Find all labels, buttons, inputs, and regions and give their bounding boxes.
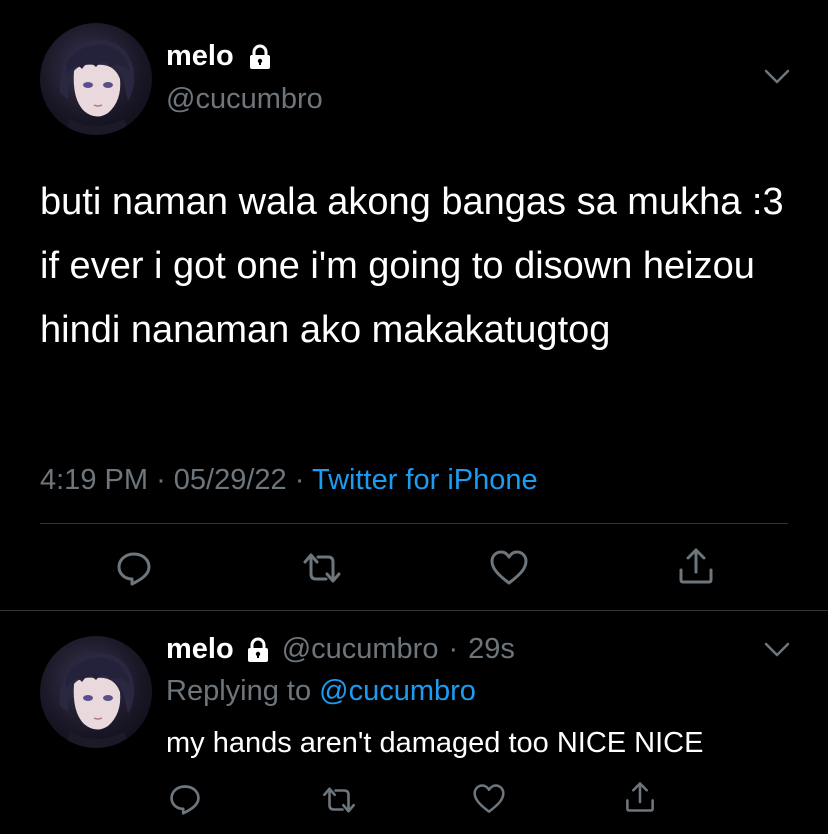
replying-to: Replying to @cucumbro (166, 675, 476, 708)
avatar[interactable] (40, 23, 152, 135)
replying-prefix: Replying to (166, 675, 312, 707)
like-icon[interactable] (489, 549, 529, 587)
tweet-text: my hands aren't damaged too NICE NICE (166, 727, 704, 759)
author-handle[interactable]: @cucumbro (166, 82, 323, 117)
meta-separator: · (156, 464, 166, 496)
lock-icon (246, 43, 274, 71)
lock-icon (244, 636, 272, 664)
retweet-icon[interactable] (320, 784, 358, 816)
chevron-down-icon[interactable] (764, 641, 790, 664)
tweet-age[interactable]: 29s (468, 633, 515, 666)
tweet-source[interactable]: Twitter for iPhone (312, 464, 538, 496)
retweet-icon[interactable] (300, 550, 344, 586)
author-row: melo (166, 42, 274, 71)
tweet-meta: 4:19 PM · 05/29/22 · Twitter for iPhone (40, 462, 538, 498)
tweet-date[interactable]: 05/29/22 (174, 464, 287, 496)
author-row: melo @cucumbro · 29s (166, 633, 515, 666)
reply-icon[interactable] (115, 549, 153, 587)
share-icon[interactable] (677, 546, 715, 586)
author-name[interactable]: melo (166, 42, 234, 71)
divider (40, 523, 788, 524)
meta-separator: · (294, 464, 305, 496)
avatar-image (59, 39, 135, 135)
chevron-down-icon[interactable] (764, 68, 790, 91)
avatar-image (59, 652, 135, 748)
author-handle[interactable]: @cucumbro (282, 633, 439, 666)
tweet-time[interactable]: 4:19 PM (40, 464, 148, 496)
replying-mention[interactable]: @cucumbro (319, 675, 476, 707)
share-icon[interactable] (624, 780, 656, 814)
author-name[interactable]: melo (166, 635, 234, 664)
divider (0, 610, 828, 611)
meta-separator: · (448, 633, 459, 665)
reply-icon[interactable] (168, 782, 202, 816)
avatar[interactable] (40, 636, 152, 748)
tweet-text: buti naman wala akong bangas sa mukha :3… (40, 181, 795, 351)
like-icon[interactable] (472, 783, 506, 815)
